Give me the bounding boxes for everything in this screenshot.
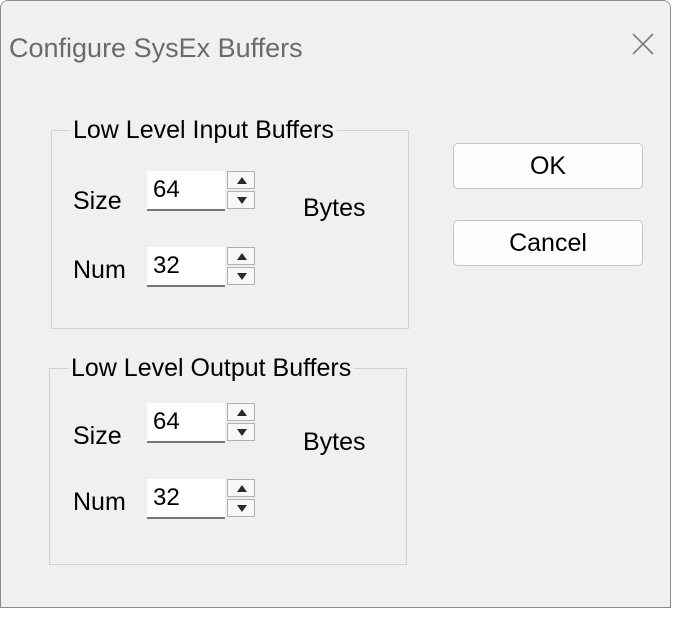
input-size-unit: Bytes <box>303 194 366 222</box>
title-bar[interactable]: Configure SysEx Buffers <box>1 1 670 71</box>
input-buffers-legend: Low Level Input Buffers <box>73 116 334 144</box>
input-size-spinner[interactable] <box>227 171 257 211</box>
input-num-field[interactable] <box>147 247 225 287</box>
input-num-spinner[interactable] <box>227 247 257 287</box>
input-num-up-button[interactable] <box>227 247 255 265</box>
output-size-down-button[interactable] <box>227 423 255 441</box>
output-size-spinner[interactable] <box>227 403 257 443</box>
output-size-label: Size <box>73 422 122 450</box>
ok-button[interactable]: OK <box>453 143 643 189</box>
dialog-window: Configure SysEx Buffers Low Level Input … <box>0 0 671 608</box>
output-num-spinner[interactable] <box>227 479 257 519</box>
output-size-up-button[interactable] <box>227 403 255 421</box>
window-title: Configure SysEx Buffers <box>9 33 303 63</box>
arrow-up-icon <box>237 485 247 492</box>
arrow-down-icon <box>237 273 247 280</box>
cancel-button[interactable]: Cancel <box>453 220 643 266</box>
close-icon <box>632 33 654 55</box>
output-num-label: Num <box>73 488 126 516</box>
arrow-down-icon <box>237 505 247 512</box>
output-num-up-button[interactable] <box>227 479 255 497</box>
arrow-up-icon <box>237 177 247 184</box>
output-buffers-group: Low Level Output Buffers <box>49 353 407 565</box>
output-buffers-legend: Low Level Output Buffers <box>71 354 352 382</box>
output-num-down-button[interactable] <box>227 499 255 517</box>
output-num-field[interactable] <box>147 479 225 519</box>
arrow-down-icon <box>237 197 247 204</box>
arrow-up-icon <box>237 409 247 416</box>
input-size-label: Size <box>73 187 122 215</box>
input-size-up-button[interactable] <box>227 171 255 189</box>
input-size-down-button[interactable] <box>227 191 255 209</box>
output-size-field[interactable] <box>147 403 225 443</box>
input-num-label: Num <box>73 256 126 284</box>
arrow-down-icon <box>237 429 247 436</box>
input-size-field[interactable] <box>147 171 225 211</box>
output-size-unit: Bytes <box>303 428 366 456</box>
close-button[interactable] <box>614 19 670 71</box>
arrow-up-icon <box>237 253 247 260</box>
input-num-down-button[interactable] <box>227 267 255 285</box>
